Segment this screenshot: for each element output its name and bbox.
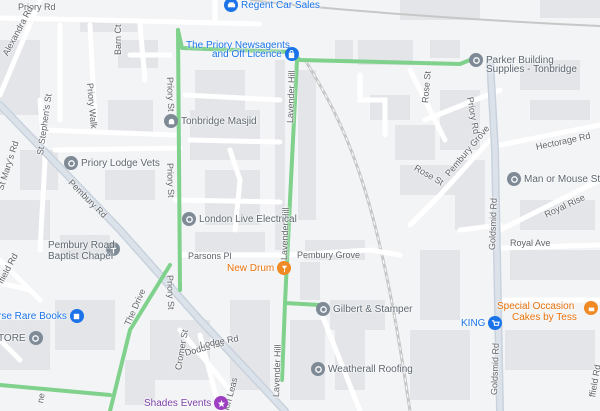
poi-label: KING [461,317,486,329]
poi-label: rse Rare Books [0,310,67,322]
mosque-icon [164,114,178,128]
shopping-bag-icon [284,47,299,61]
road-label-goldsmid-rd-lower: Goldsmid Rd [489,342,501,396]
store-icon [469,53,483,67]
poi-tore[interactable]: TORE [0,331,43,345]
road-label-priory-st-lower: Priory St [165,274,177,310]
road-label-lavender-hill-upper: Lavender Hill [285,70,297,124]
poi-priory-lodge-vets[interactable]: Priory Lodge Vets [64,156,160,170]
poi-label: Weatherall Roofing [328,363,413,375]
bar-icon [277,261,292,275]
poi-label: Tonbridge Masjid [181,115,257,127]
vet-icon [64,156,78,170]
road-label-parsons-pl: Parsons Pl [188,251,232,261]
shopping-cart-icon [488,316,503,330]
poi-label: Gilbert & Stamper [333,303,413,315]
poi-label: and Off Licence [212,48,282,60]
poi-label: Man or Mouse Studi [524,173,600,185]
store-icon [182,212,196,226]
poi-special-occasion-cakes[interactable] [584,301,598,315]
poi-king[interactable]: KING [461,316,503,330]
store-icon [507,172,521,186]
poi-label: London Live Electrical [199,213,297,225]
road-label-goldsmid-rd-upper: Goldsmid Rd [487,197,499,251]
poi-label-pembury-chapel-2: Baptist Chapel [48,251,114,262]
poi-weatherall-roofing[interactable]: Weatherall Roofing [311,362,413,376]
road-label-partial: ne [35,392,47,404]
poi-new-drum[interactable]: New Drum [227,261,292,275]
poi-priory-newsagents[interactable]: and Off Licence [212,47,299,61]
car-dealer-icon [224,0,238,12]
road-label-royal-ave: Royal Ave [510,238,551,248]
poi-label: New Drum [227,262,275,274]
road-label-pembury-grove: Pembury Grove [297,250,361,260]
store-icon [316,302,330,316]
event-icon [214,396,229,410]
poi-rare-books[interactable]: rse Rare Books [0,309,84,323]
poi-label: Regent Car Sales [241,0,320,11]
poi-label-special-2: Cakes by Tess [512,312,577,323]
bakery-icon [584,301,598,315]
poi-label: Shades Events [144,397,212,409]
poi-label-special-1: Special Occasion [497,301,575,312]
poi-label-parker-2: Supplies - Tonbridge [486,64,577,75]
poi-tonbridge-masjid[interactable]: Tonbridge Masjid [164,114,257,128]
poi-label: TORE [0,332,26,344]
road-label-priory-st-upper: Priory St [165,76,177,112]
poi-regent-car-sales[interactable]: Regent Car Sales [224,0,320,12]
poi-shades-events[interactable]: Shades Events [144,396,229,410]
poi-man-or-mouse-studio[interactable]: Man or Mouse Studi [507,172,600,186]
road-label-barn-ct: Barn Ct [113,24,123,55]
poi-label-pembury-chapel-1: Pembury Road [48,240,115,251]
store-icon [311,362,325,376]
road-label-priory-st-middle: Priory St [165,162,177,198]
book-icon [69,309,84,323]
poi-gilbert-stamper[interactable]: Gilbert & Stamper [316,302,412,316]
poi-label: Priory Lodge Vets [81,157,160,169]
poi-london-live-electrical[interactable]: London Live Electrical [182,212,297,226]
road-label-lavender-hill-lower: Lavender Hill [271,344,283,398]
map-canvas[interactable]: Priory Rd Alexandra Rd Barn Ct Priory Wa… [0,0,600,411]
store-icon [28,331,43,345]
